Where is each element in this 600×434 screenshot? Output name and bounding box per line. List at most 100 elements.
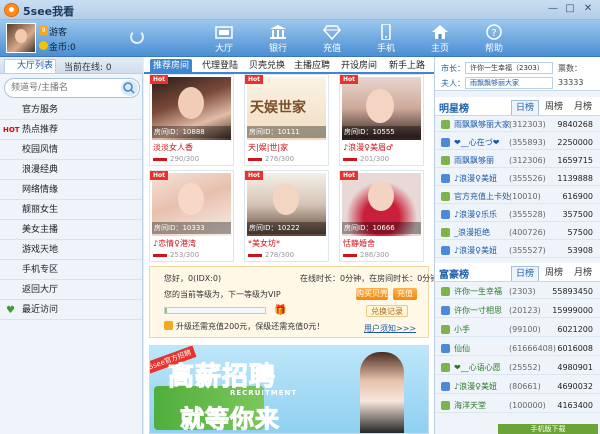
mobile-download-button[interactable]: 手机版下载 <box>498 424 598 434</box>
sidebar-item-back[interactable]: 返回大厅 <box>0 281 142 300</box>
rank-row[interactable]: ♪浪漫♀美妞 (80661) 4690032 <box>435 380 600 394</box>
avatar[interactable] <box>6 23 36 53</box>
minimize-button[interactable]: — <box>545 2 561 16</box>
search-input[interactable] <box>11 79 121 97</box>
recharge-button[interactable]: 充值 <box>393 288 417 300</box>
sidebar-item-campus[interactable]: 校园风情 <box>0 141 142 160</box>
rank-id: (10010) <box>509 192 541 201</box>
sidebar-item-mobile[interactable]: 手机专区 <box>0 261 142 280</box>
banner-model-image <box>360 352 404 433</box>
sidebar-item-online-love[interactable]: 网络情缘 <box>0 181 142 200</box>
votes-label: 票数： <box>558 64 582 73</box>
bank-icon <box>269 24 287 40</box>
tab-anchor-apply[interactable]: 主播应聘 <box>292 59 332 74</box>
room-count: 253/300 <box>153 251 199 259</box>
help-icon: ? <box>485 24 503 40</box>
rank-row[interactable]: ♪浪漫♀乐乐 (355528) 357500 <box>435 208 600 222</box>
room-card[interactable]: Hot 房间ID：10333 ♪恋情♀港湾 253/300 <box>149 170 234 262</box>
recruit-banner[interactable]: 5see官方招聘 高薪招聘 RECRUITMENT 就等你来 <box>149 345 429 434</box>
nav-mobile[interactable]: 手机 <box>365 22 407 56</box>
rank-user-icon <box>441 401 450 410</box>
room-name: 天|娱|世|家 <box>248 143 289 152</box>
room-card[interactable]: 天娱世家 Hot 房间ID：10111 天|娱|世|家 276/300 <box>244 74 329 166</box>
buy-shell-button[interactable]: 购买贝壳 <box>356 288 388 300</box>
rank-user-icon <box>441 306 450 315</box>
rich-tab-day[interactable]: 日榜 <box>511 266 539 281</box>
sidebar-item-girls[interactable]: 靓丽女生 <box>0 201 142 220</box>
rank-row[interactable]: 许你一生幸福 (2303) 55893450 <box>435 285 600 299</box>
rank-value: 4163400 <box>557 401 593 410</box>
rank-id: (61666408) <box>509 344 556 353</box>
sidebar-item-romance[interactable]: 浪漫经典 <box>0 161 142 180</box>
hot-badge: Hot <box>150 75 169 84</box>
nav-bank[interactable]: 银行 <box>257 22 299 56</box>
rank-row[interactable]: 许你一寸相思 (20123) 15999000 <box>435 304 600 318</box>
wife-value: 雨飘飘够丽大家 <box>465 77 553 89</box>
star-tab-week[interactable]: 周榜 <box>540 100 568 115</box>
app-logo-icon <box>4 3 19 17</box>
close-button[interactable]: ✕ <box>580 2 596 16</box>
rank-value: 6016008 <box>557 344 593 353</box>
room-card[interactable]: Hot 房间ID：10888 淡淡女人香 290/300 <box>149 74 234 166</box>
sidebar-item-hot[interactable]: HOT 热点推荐 <box>0 121 142 140</box>
user-info-panel: 您好，0(IDX:0) 在线时长：0分钟，在房间时长：0分钟 您的当前等级为，下… <box>149 266 438 338</box>
rank-row[interactable]: ❤__心在づ❤ (355893) 2250000 <box>435 136 600 150</box>
rank-row[interactable]: 仙仙 (61666408) 6016008 <box>435 342 600 356</box>
star-tab-month[interactable]: 月榜 <box>569 100 597 115</box>
rank-row[interactable]: 雨飘飘够丽 (312306) 1659715 <box>435 154 600 168</box>
room-card[interactable]: Hot 房间ID：10222 *美女坊* 278/300 <box>244 170 329 262</box>
sidebar-item-anchors[interactable]: 美女主播 <box>0 221 142 240</box>
tab-recommended[interactable]: 推荐房间 <box>150 59 192 74</box>
tab-agent-login[interactable]: 代理登陆 <box>197 59 243 74</box>
rank-row[interactable]: 海洋天堂 (100000) 4163400 <box>435 399 600 413</box>
rank-user-icon <box>441 156 450 165</box>
rank-row[interactable]: ♪浪漫♀美妞 (355526) 1139888 <box>435 172 600 186</box>
rich-tab-month[interactable]: 月榜 <box>569 266 597 281</box>
level-text: 您的当前等级为，下一等级为VIP <box>164 290 281 299</box>
nav-home[interactable]: 主页 <box>419 22 461 56</box>
banner-recruitment: RECRUITMENT <box>230 389 298 397</box>
rank-row[interactable]: 小手 (99100) 6021200 <box>435 323 600 337</box>
nav-lobby[interactable]: 大厅 <box>203 22 245 56</box>
tab-bar: 推荐房间 代理登陆 贝壳兑换 主播应聘 开设房间 新手上路 <box>144 57 434 74</box>
rich-tab-week[interactable]: 周榜 <box>540 266 568 281</box>
rank-row[interactable]: _浪漫拒绝 (400726) 57500 <box>435 226 600 240</box>
exchange-record-button[interactable]: 兑换记录 <box>366 305 408 317</box>
rank-row[interactable]: ♪浪漫♀美妞 (355527) 53908 <box>435 244 600 258</box>
search-icon[interactable] <box>121 80 138 96</box>
tab-open-room[interactable]: 开设房间 <box>337 59 381 74</box>
title-bar: 5see我看 — □ ✕ <box>0 0 600 20</box>
rank-row[interactable]: 雨飘飘够丽大家 (312303) 9840268 <box>435 118 600 132</box>
rank-id: (20123) <box>509 306 541 315</box>
rank-row[interactable]: 官方充值上卡处 (10010) 616900 <box>435 190 600 204</box>
room-card[interactable]: Hot 房间ID：10555 ♪浪漫♀美眉♂ 201/300 <box>339 74 424 166</box>
sidebar-item-official[interactable]: 官方服务 <box>0 101 142 120</box>
tab-newbie[interactable]: 新手上路 <box>385 59 429 74</box>
sidebar-item-games[interactable]: 游戏天地 <box>0 241 142 260</box>
nav-help[interactable]: ? 帮助 <box>473 22 515 56</box>
rank-id: (355527) <box>509 246 546 255</box>
rank-value: 53908 <box>567 246 593 255</box>
coin-icon <box>39 41 48 50</box>
rank-user-icon <box>441 138 450 147</box>
refresh-icon[interactable] <box>130 30 144 44</box>
rank-user-icon <box>441 192 450 201</box>
sidebar-item-recent[interactable]: ♥ 最近访问 <box>0 301 142 320</box>
room-count: 286/300 <box>343 251 389 259</box>
online-count: 当前在线: 0 <box>64 63 112 73</box>
detail-link[interactable]: 用户须知>>> <box>364 323 416 334</box>
rank-id: (80661) <box>509 382 541 391</box>
maximize-button[interactable]: □ <box>562 2 578 16</box>
room-name: 淡淡女人香 <box>153 143 193 152</box>
tab-lobby-list[interactable]: 大厅列表 <box>4 59 56 73</box>
home-icon <box>431 24 449 40</box>
tab-shell-exchange[interactable]: 贝壳兑换 <box>247 59 287 74</box>
rank-id: (25552) <box>509 363 541 372</box>
star-tab-day[interactable]: 日榜 <box>511 100 539 115</box>
room-card[interactable]: Hot 房间ID：10666 恬静婚舍 286/300 <box>339 170 424 262</box>
nav-recharge[interactable]: 充值 <box>311 22 353 56</box>
hot-badge: HOT <box>3 126 20 134</box>
sidebar: 大厅列表 当前在线: 0 官方服务 HOT热点推荐 校园风情 浪漫经典 网络情缘… <box>0 57 143 434</box>
rank-row[interactable]: ❤__心语心愿 (25552) 4980901 <box>435 361 600 375</box>
room-count: 201/300 <box>343 155 389 163</box>
